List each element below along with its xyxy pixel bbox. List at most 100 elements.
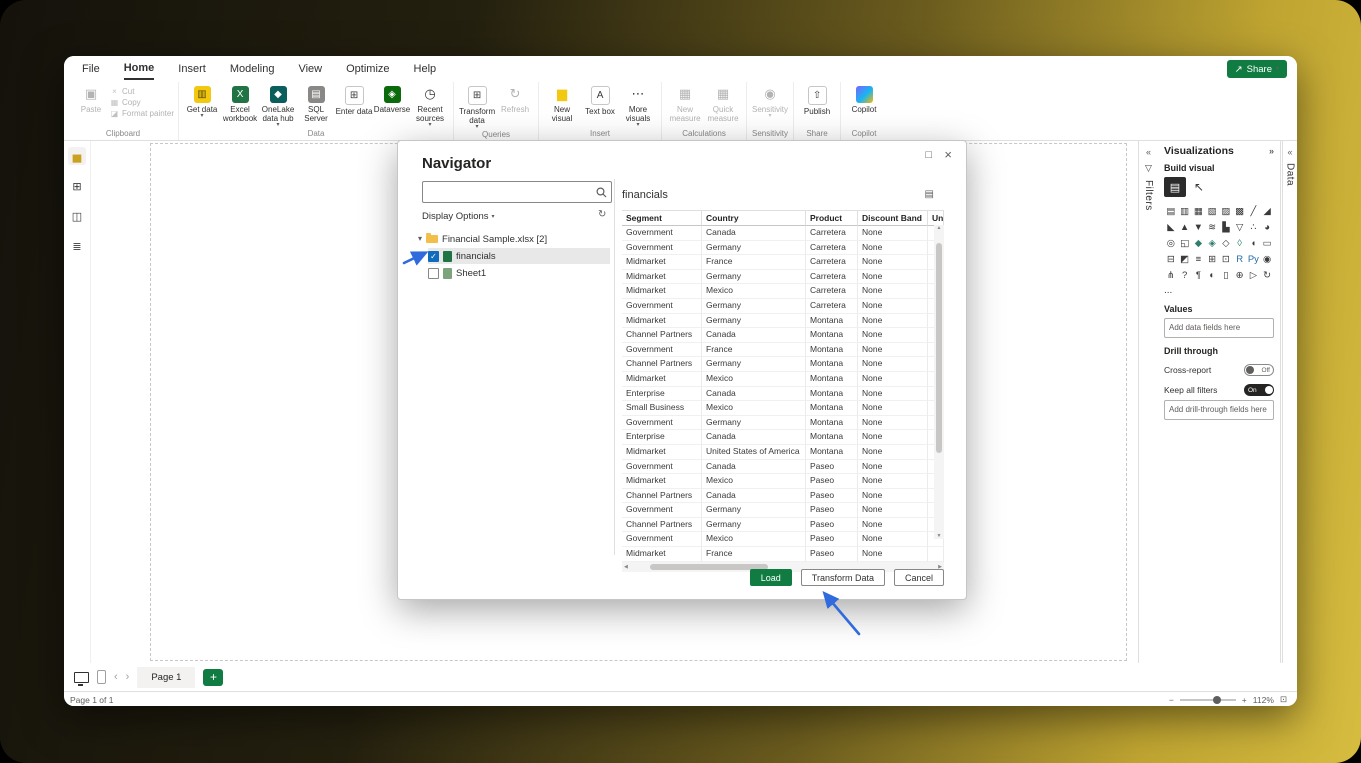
scrollbar-thumb[interactable] [936, 243, 942, 453]
stacked-bar-chart-icon[interactable]: ▤ [1164, 203, 1178, 219]
line-and-clustered-column-chart-icon[interactable]: ▲ [1178, 219, 1192, 235]
scatter-chart-icon[interactable]: ∴ [1247, 219, 1261, 235]
power-automate-icon[interactable]: ↻ [1260, 267, 1274, 283]
preview-sheet-icon[interactable]: ▤ [925, 189, 934, 200]
maximize-icon[interactable]: □ [925, 149, 932, 161]
publish-button[interactable]: ⇧ Publish [798, 84, 836, 116]
zoom-out-icon[interactable]: − [1169, 695, 1174, 705]
sheet1-checkbox[interactable] [428, 268, 439, 279]
financials-checkbox[interactable]: ✓ [428, 251, 439, 262]
treemap-icon[interactable]: ◱ [1178, 235, 1192, 251]
prev-page-icon[interactable]: ‹ [114, 671, 118, 683]
line-chart-icon[interactable]: ╱ [1247, 203, 1261, 219]
waterfall-chart-icon[interactable]: ▙ [1219, 219, 1233, 235]
refresh-button[interactable]: ↻ Refresh [496, 84, 534, 114]
sql-server-button[interactable]: ▤ SQL Server [297, 84, 335, 123]
dataverse-button[interactable]: ◈ Dataverse [373, 84, 411, 114]
dax-query-view-icon[interactable]: ≣ [68, 237, 86, 255]
get-more-visuals-ellipsis[interactable]: ... [1164, 285, 1274, 296]
drill-through-field-well[interactable]: Add drill-through fields here [1164, 400, 1274, 420]
table-icon[interactable]: ⊞ [1205, 251, 1219, 267]
paste-button[interactable]: ▣ Paste [72, 84, 110, 114]
on-object-pointer-icon[interactable]: ↖ [1194, 180, 1204, 194]
menu-insert[interactable]: Insert [178, 59, 206, 79]
transform-data-button-dialog[interactable]: Transform Data [801, 569, 885, 586]
slicer-icon[interactable]: ≡ [1192, 251, 1206, 267]
tree-root-item[interactable]: ▾ Financial Sample.xlsx [2] [418, 231, 547, 247]
tree-expander-icon[interactable]: ▾ [418, 237, 422, 241]
copy-button[interactable]: ▦Copy [110, 98, 174, 107]
enter-data-button[interactable]: ⊞ Enter data [335, 84, 373, 116]
python-icon[interactable]: Py [1247, 251, 1261, 267]
next-page-icon[interactable]: › [126, 671, 130, 683]
multi-row-card-icon[interactable]: ⊟ [1164, 251, 1178, 267]
get-data-button[interactable]: ▥ Get data▾ [183, 84, 221, 118]
desktop-layout-icon[interactable] [74, 672, 89, 683]
tree-item-sheet1[interactable]: Sheet1 [428, 265, 610, 281]
paginated-report-icon[interactable]: ▯ [1219, 267, 1233, 283]
onelake-data-hub-button[interactable]: ◆ OneLake data hub▾ [259, 84, 297, 127]
page-tab[interactable]: Page 1 [137, 667, 195, 688]
menu-view[interactable]: View [298, 59, 322, 79]
values-field-well[interactable]: Add data fields here [1164, 318, 1274, 338]
model-view-icon[interactable]: ◫ [68, 207, 86, 225]
scroll-left-icon[interactable]: ◀ [624, 564, 628, 570]
scroll-up-icon[interactable]: ▲ [937, 225, 942, 231]
clustered-column-chart-icon[interactable]: ▧ [1205, 203, 1219, 219]
display-options-dropdown[interactable]: Display Options ▾ [422, 211, 495, 222]
filled-map-icon[interactable]: ◈ [1205, 235, 1219, 251]
azure-map-icon[interactable]: ◊ [1233, 235, 1247, 251]
fit-to-page-icon[interactable]: ⊡ [1280, 694, 1287, 705]
clustered-bar-chart-icon[interactable]: ▦ [1192, 203, 1206, 219]
100-stacked-bar-chart-icon[interactable]: ▨ [1219, 203, 1233, 219]
funnel-chart-icon[interactable]: ▽ [1233, 219, 1247, 235]
metrics-icon[interactable]: ◐ [1205, 267, 1219, 283]
zoom-slider-thumb[interactable] [1213, 696, 1221, 704]
close-icon[interactable]: × [944, 147, 952, 162]
copilot-button[interactable]: Copilot [845, 84, 883, 114]
build-visual-selected-icon[interactable]: ▤ [1164, 177, 1186, 197]
donut-chart-icon[interactable]: ◎ [1164, 235, 1178, 251]
keep-all-filters-toggle[interactable]: On [1244, 384, 1274, 396]
quick-measure-button[interactable]: ▦ Quick measure [704, 84, 742, 123]
excel-workbook-button[interactable]: X Excel workbook [221, 84, 259, 123]
cancel-button[interactable]: Cancel [894, 569, 944, 586]
gauge-icon[interactable]: ◖ [1247, 235, 1261, 251]
more-visuals-button[interactable]: ⋯ More visuals▾ [619, 84, 657, 127]
ribbon-chart-icon[interactable]: ≋ [1205, 219, 1219, 235]
menu-help[interactable]: Help [414, 59, 437, 79]
matrix-icon[interactable]: ⊡ [1219, 251, 1233, 267]
smart-narrative-icon[interactable]: ¶ [1192, 267, 1206, 283]
area-chart-icon[interactable]: ◢ [1260, 203, 1274, 219]
recent-sources-button[interactable]: ◷ Recent sources▾ [411, 84, 449, 127]
load-button[interactable]: Load [750, 569, 792, 586]
transform-data-button[interactable]: ⊞ Transform data▾ [458, 84, 496, 129]
new-visual-button[interactable]: ▆ New visual [543, 84, 581, 123]
vertical-scrollbar[interactable]: ▲ ▼ [934, 225, 944, 539]
100-stacked-column-chart-icon[interactable]: ▩ [1233, 203, 1247, 219]
add-page-button[interactable]: + [203, 669, 223, 686]
power-apps-icon[interactable]: ▷ [1247, 267, 1261, 283]
zoom-slider[interactable] [1180, 699, 1236, 701]
stacked-area-chart-icon[interactable]: ◣ [1164, 219, 1178, 235]
line-and-stacked-column-chart-icon[interactable]: ▼ [1192, 219, 1206, 235]
key-influencers-icon[interactable]: ◉ [1260, 251, 1274, 267]
menu-file[interactable]: File [82, 59, 100, 79]
report-view-icon[interactable]: ▅ [68, 147, 86, 165]
tree-item-financials[interactable]: ✓ financials [428, 248, 610, 264]
card-icon[interactable]: ▭ [1260, 235, 1274, 251]
sensitivity-button[interactable]: ◉ Sensitivity▾ [751, 84, 789, 118]
refresh-preview-icon[interactable]: ↻ [598, 209, 606, 220]
cross-report-toggle[interactable]: Off [1244, 364, 1274, 376]
search-input[interactable] [423, 187, 596, 198]
menu-home[interactable]: Home [124, 58, 155, 80]
collapse-visualizations-icon[interactable]: » [1269, 146, 1274, 156]
pie-chart-icon[interactable]: ◕ [1260, 219, 1274, 235]
menu-modeling[interactable]: Modeling [230, 59, 275, 79]
cut-button[interactable]: ×Cut [110, 87, 174, 96]
menu-optimize[interactable]: Optimize [346, 59, 389, 79]
text-box-button[interactable]: A Text box [581, 84, 619, 116]
decomposition-tree-icon[interactable]: ⋔ [1164, 267, 1178, 283]
table-view-icon[interactable]: ⊞ [68, 177, 86, 195]
r-script-icon[interactable]: R [1233, 251, 1247, 267]
